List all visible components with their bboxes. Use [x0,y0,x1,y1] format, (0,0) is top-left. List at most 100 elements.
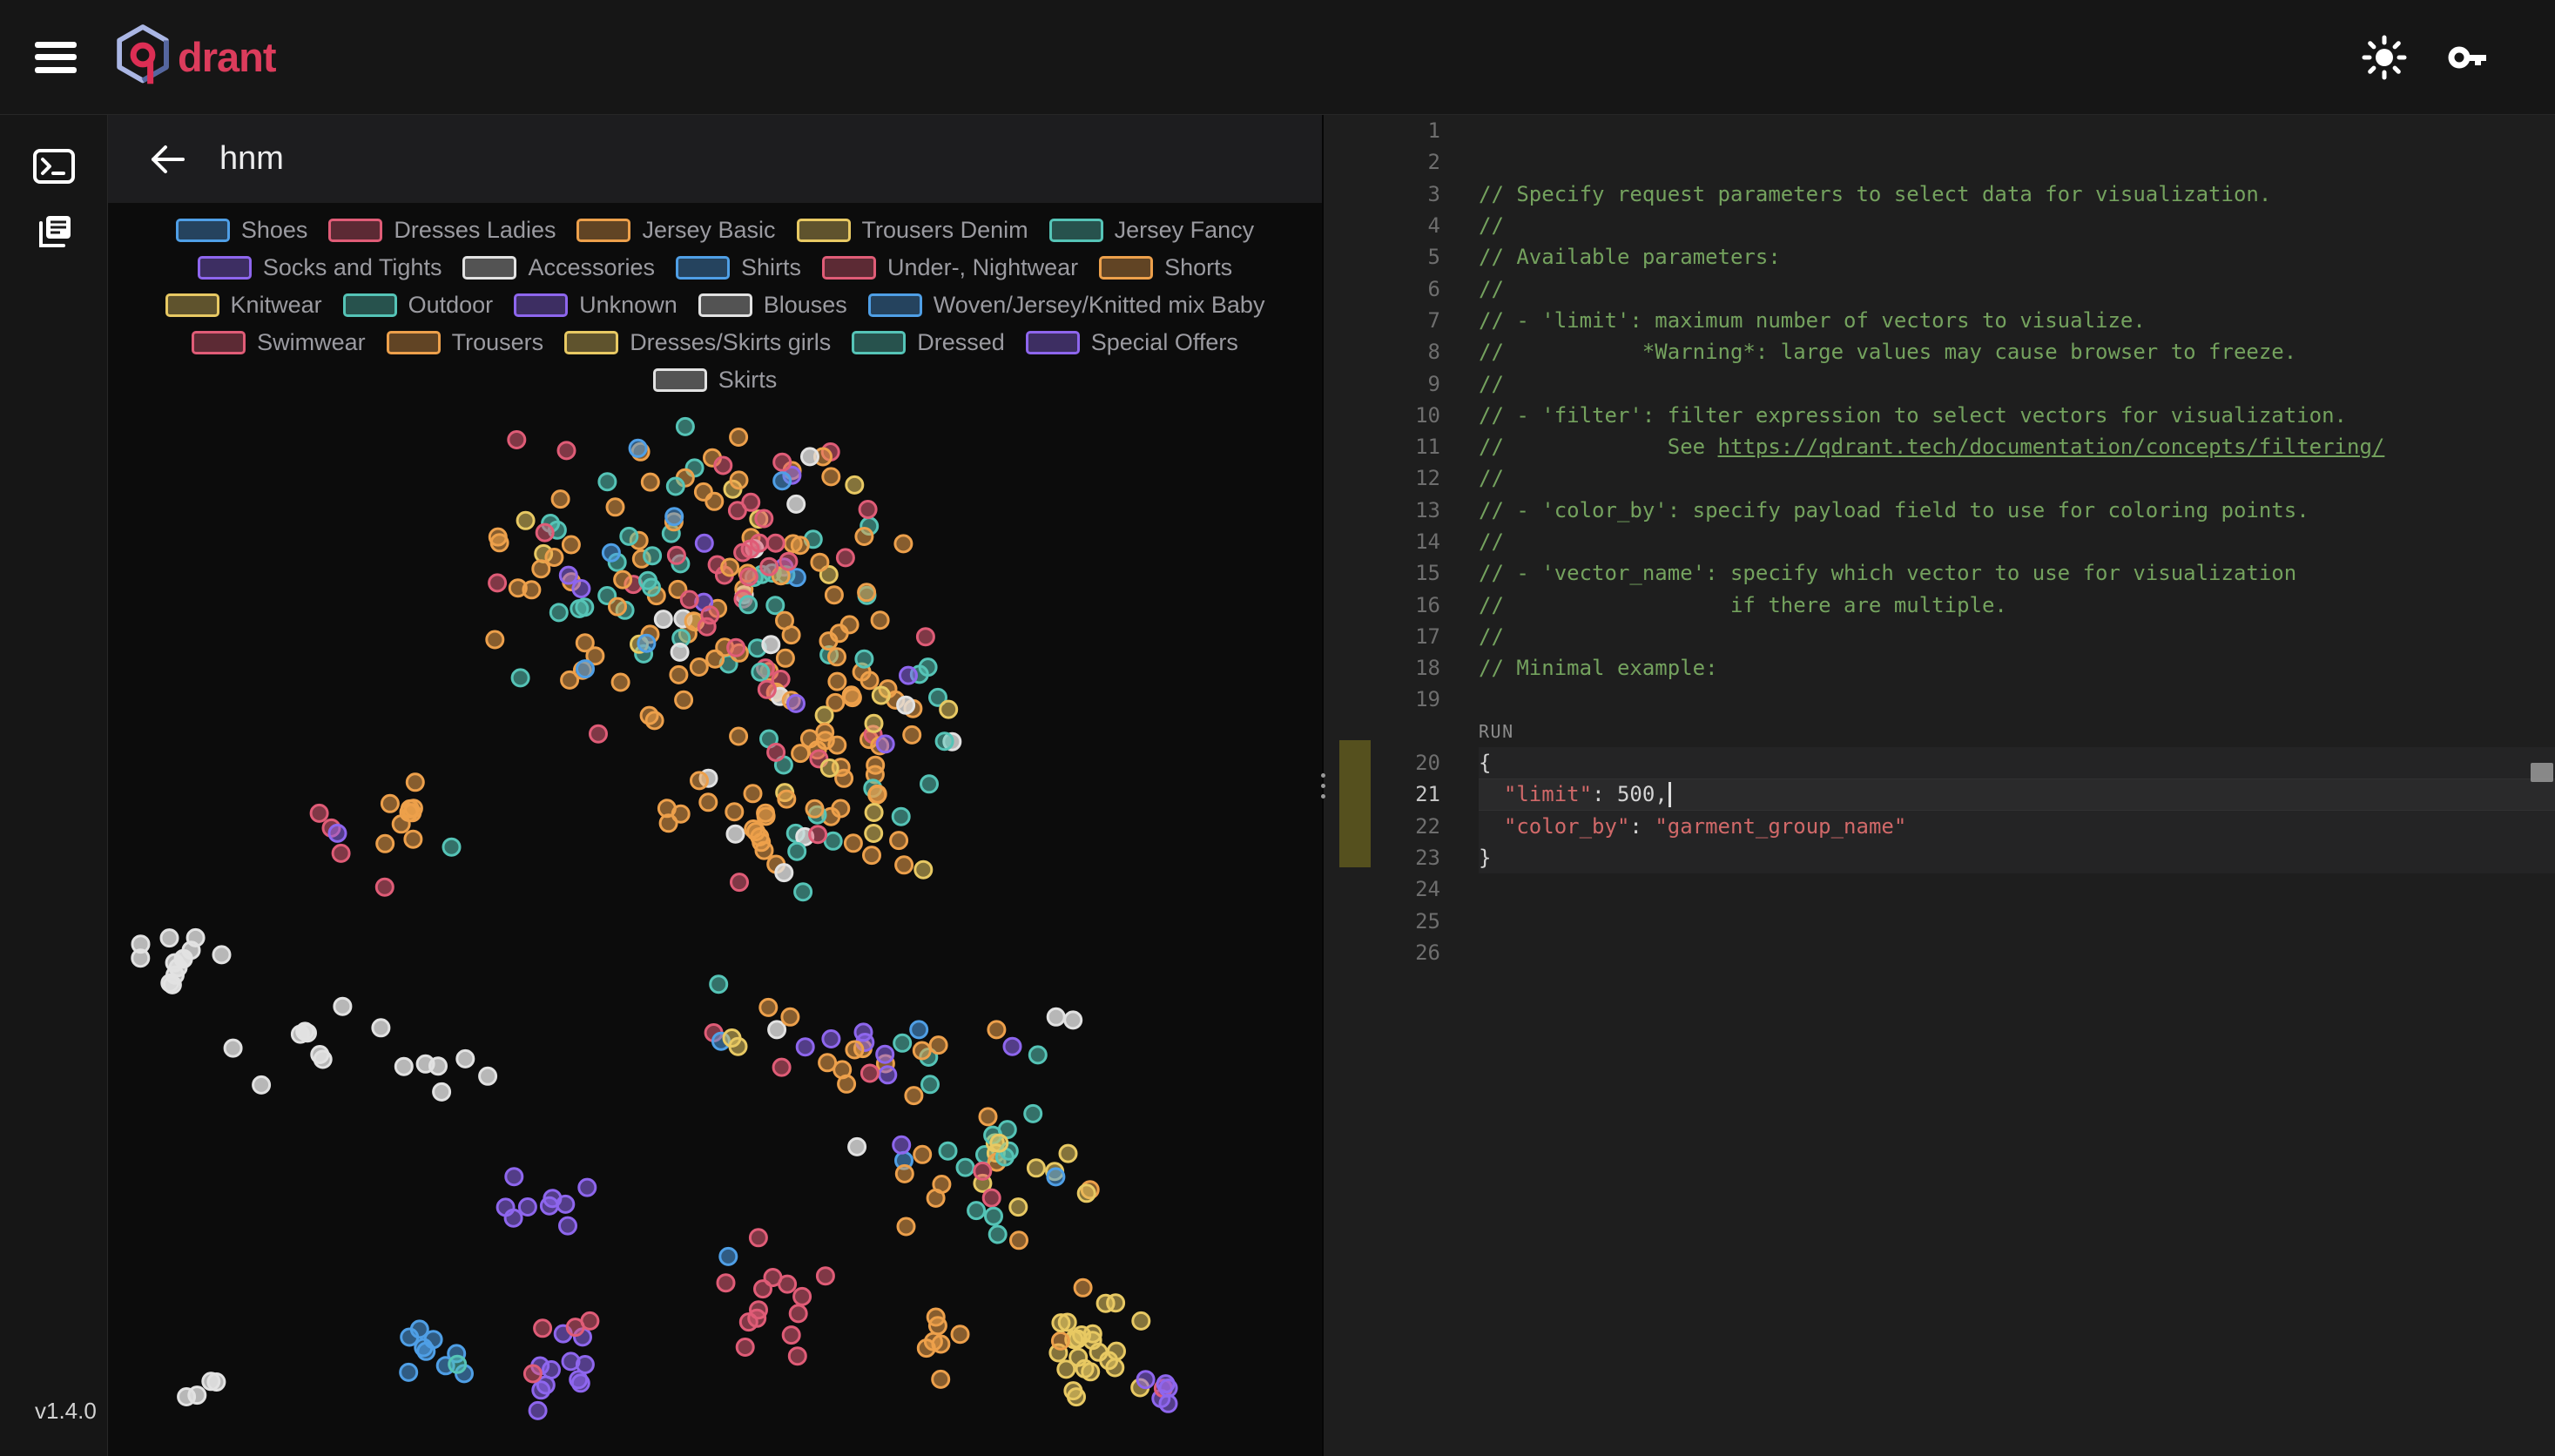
scatter-point-blue [774,473,791,489]
code-token: // Minimal example: [1479,656,1718,680]
editor-line[interactable]: 26 [1324,937,2555,968]
panel-resize-handle[interactable] [1318,773,1328,799]
run-button[interactable]: RUN [1479,721,1514,742]
scatter-point-orange [731,472,747,489]
scatter-point-purple [560,567,576,583]
editor-line[interactable]: 10// - 'filter': filter expression to se… [1324,400,2555,431]
legend-item-trousers-denim[interactable]: Trousers Denim [797,217,1028,244]
legend-item-jersey-basic[interactable]: Jersey Basic [576,217,775,244]
line-content: RUN [1479,716,2555,747]
scatter-point-teal [599,474,616,490]
editor-line[interactable]: 2 [1324,146,2555,178]
editor-line[interactable]: 3// Specify request parameters to select… [1324,179,2555,210]
scatter-point-purple [1157,1376,1174,1392]
api-key-icon[interactable] [2442,30,2498,85]
editor-line[interactable]: 5// Available parameters: [1324,241,2555,273]
editor-scrollbar-thumb[interactable] [2531,763,2553,782]
code-token: : [1629,814,1655,839]
legend-item-shorts[interactable]: Shorts [1099,254,1232,281]
menu-icon[interactable] [35,42,77,73]
line-content: // [1479,273,2555,304]
scatter-point-red [718,1275,734,1291]
scatter-point-yellow [866,715,882,731]
legend-item-dresses-ladies[interactable]: Dresses Ladies [328,217,556,244]
editor-line[interactable]: 25 [1324,905,2555,936]
editor-line[interactable]: 13// - 'color_by': specify payload field… [1324,495,2555,526]
scatter-point-orange [846,1041,863,1058]
editor-line[interactable]: 23} [1324,842,2555,873]
editor-line[interactable]: 8// *Warning*: large values may cause br… [1324,336,2555,367]
editor-line[interactable]: 9// [1324,367,2555,399]
scatter-point-teal [936,733,953,750]
code-editor[interactable]: 123// Specify request parameters to sele… [1324,115,2555,1456]
legend-item-dressed[interactable]: Dressed [852,329,1005,356]
sidebar-item-collections[interactable] [0,200,108,266]
line-content: // Available parameters: [1479,241,2555,273]
scatter-point-orange [895,536,912,552]
legend-item-swimwear[interactable]: Swimwear [192,329,366,356]
sidebar-item-console[interactable] [0,134,108,200]
legend-label: Trousers Denim [862,217,1028,244]
editor-line[interactable]: 24 [1324,873,2555,905]
legend-item-blouses[interactable]: Blouses [698,292,847,319]
scatter-point-red [524,1365,541,1382]
back-arrow-icon[interactable] [143,135,192,184]
scatter-point-gray [671,644,688,660]
editor-line[interactable]: 18// Minimal example: [1324,652,2555,684]
editor-line[interactable]: 1 [1324,115,2555,146]
editor-line[interactable]: 16// if there are multiple. [1324,589,2555,620]
legend-swatch [698,293,752,317]
legend-item-skirts[interactable]: Skirts [653,367,778,394]
legend-item-unknown[interactable]: Unknown [514,292,678,319]
scatter-point-blue [577,661,594,677]
filtering-docs-link[interactable]: https://qdrant.tech/documentation/concep… [1718,435,2385,459]
legend-item-trousers[interactable]: Trousers [387,329,544,356]
legend-item-accessories[interactable]: Accessories [462,254,655,281]
scatter-point-orange [829,649,846,665]
editor-line[interactable]: 15// - 'vector_name': specify which vect… [1324,557,2555,589]
legend-item-shoes[interactable]: Shoes [176,217,308,244]
scatter-point-purple [570,1372,587,1388]
legend-item-dresses-skirts-girls[interactable]: Dresses/Skirts girls [564,329,831,356]
scatter-point-red [794,1288,811,1304]
scatter-point-blue [911,1021,927,1038]
scatter-point-teal [576,599,593,616]
legend-label: Shoes [241,217,308,244]
legend-item-special-offers[interactable]: Special Offers [1026,329,1238,356]
scatter-point-gray [769,1021,785,1038]
editor-line[interactable]: 4// [1324,210,2555,241]
qdrant-logo[interactable]: drant [115,24,276,90]
legend-label: Trousers [452,329,544,356]
scatter-point-orange [671,666,687,683]
editor-line[interactable]: 17// [1324,621,2555,652]
editor-line[interactable]: 11// See https://qdrant.tech/documentati… [1324,431,2555,462]
editor-line[interactable]: 22 "color_by": "garment_group_name" [1324,811,2555,842]
line-content: // [1479,367,2555,399]
editor-line[interactable]: 20{ [1324,747,2555,779]
legend-item-under-nightwear[interactable]: Under-, Nightwear [822,254,1078,281]
legend-label: Under-, Nightwear [887,254,1078,281]
scatter-point-gray [161,930,178,947]
scatter-point-gray [189,1387,206,1404]
editor-line[interactable]: 21 "limit": 500, [1324,779,2555,810]
line-number: 5 [1324,245,1479,269]
editor-line[interactable]: 14// [1324,526,2555,557]
editor-line[interactable]: 6// [1324,273,2555,304]
scatter-point-orange [844,690,860,706]
editor-line[interactable]: 19 [1324,684,2555,715]
legend-item-knitwear[interactable]: Knitwear [165,292,322,319]
theme-toggle-sun-icon[interactable] [2356,30,2412,85]
scatter-point-teal [640,572,657,589]
legend-item-woven-jersey-knitted-mix-baby[interactable]: Woven/Jersey/Knitted mix Baby [868,292,1265,319]
legend-item-shirts[interactable]: Shirts [676,254,801,281]
scatter-point-yellow [991,1135,1008,1151]
scatter-point-gray [167,967,184,983]
scatter-point-orange [856,529,873,545]
legend-item-jersey-fancy[interactable]: Jersey Fancy [1049,217,1255,244]
editor-line[interactable]: 7// - 'limit': maximum number of vectors… [1324,305,2555,336]
legend-item-outdoor[interactable]: Outdoor [343,292,494,319]
editor-line[interactable]: 12// [1324,462,2555,494]
scatter-point-orange [745,785,761,802]
legend-item-socks-and-tights[interactable]: Socks and Tights [198,254,442,281]
code-token: , [1655,782,1667,806]
